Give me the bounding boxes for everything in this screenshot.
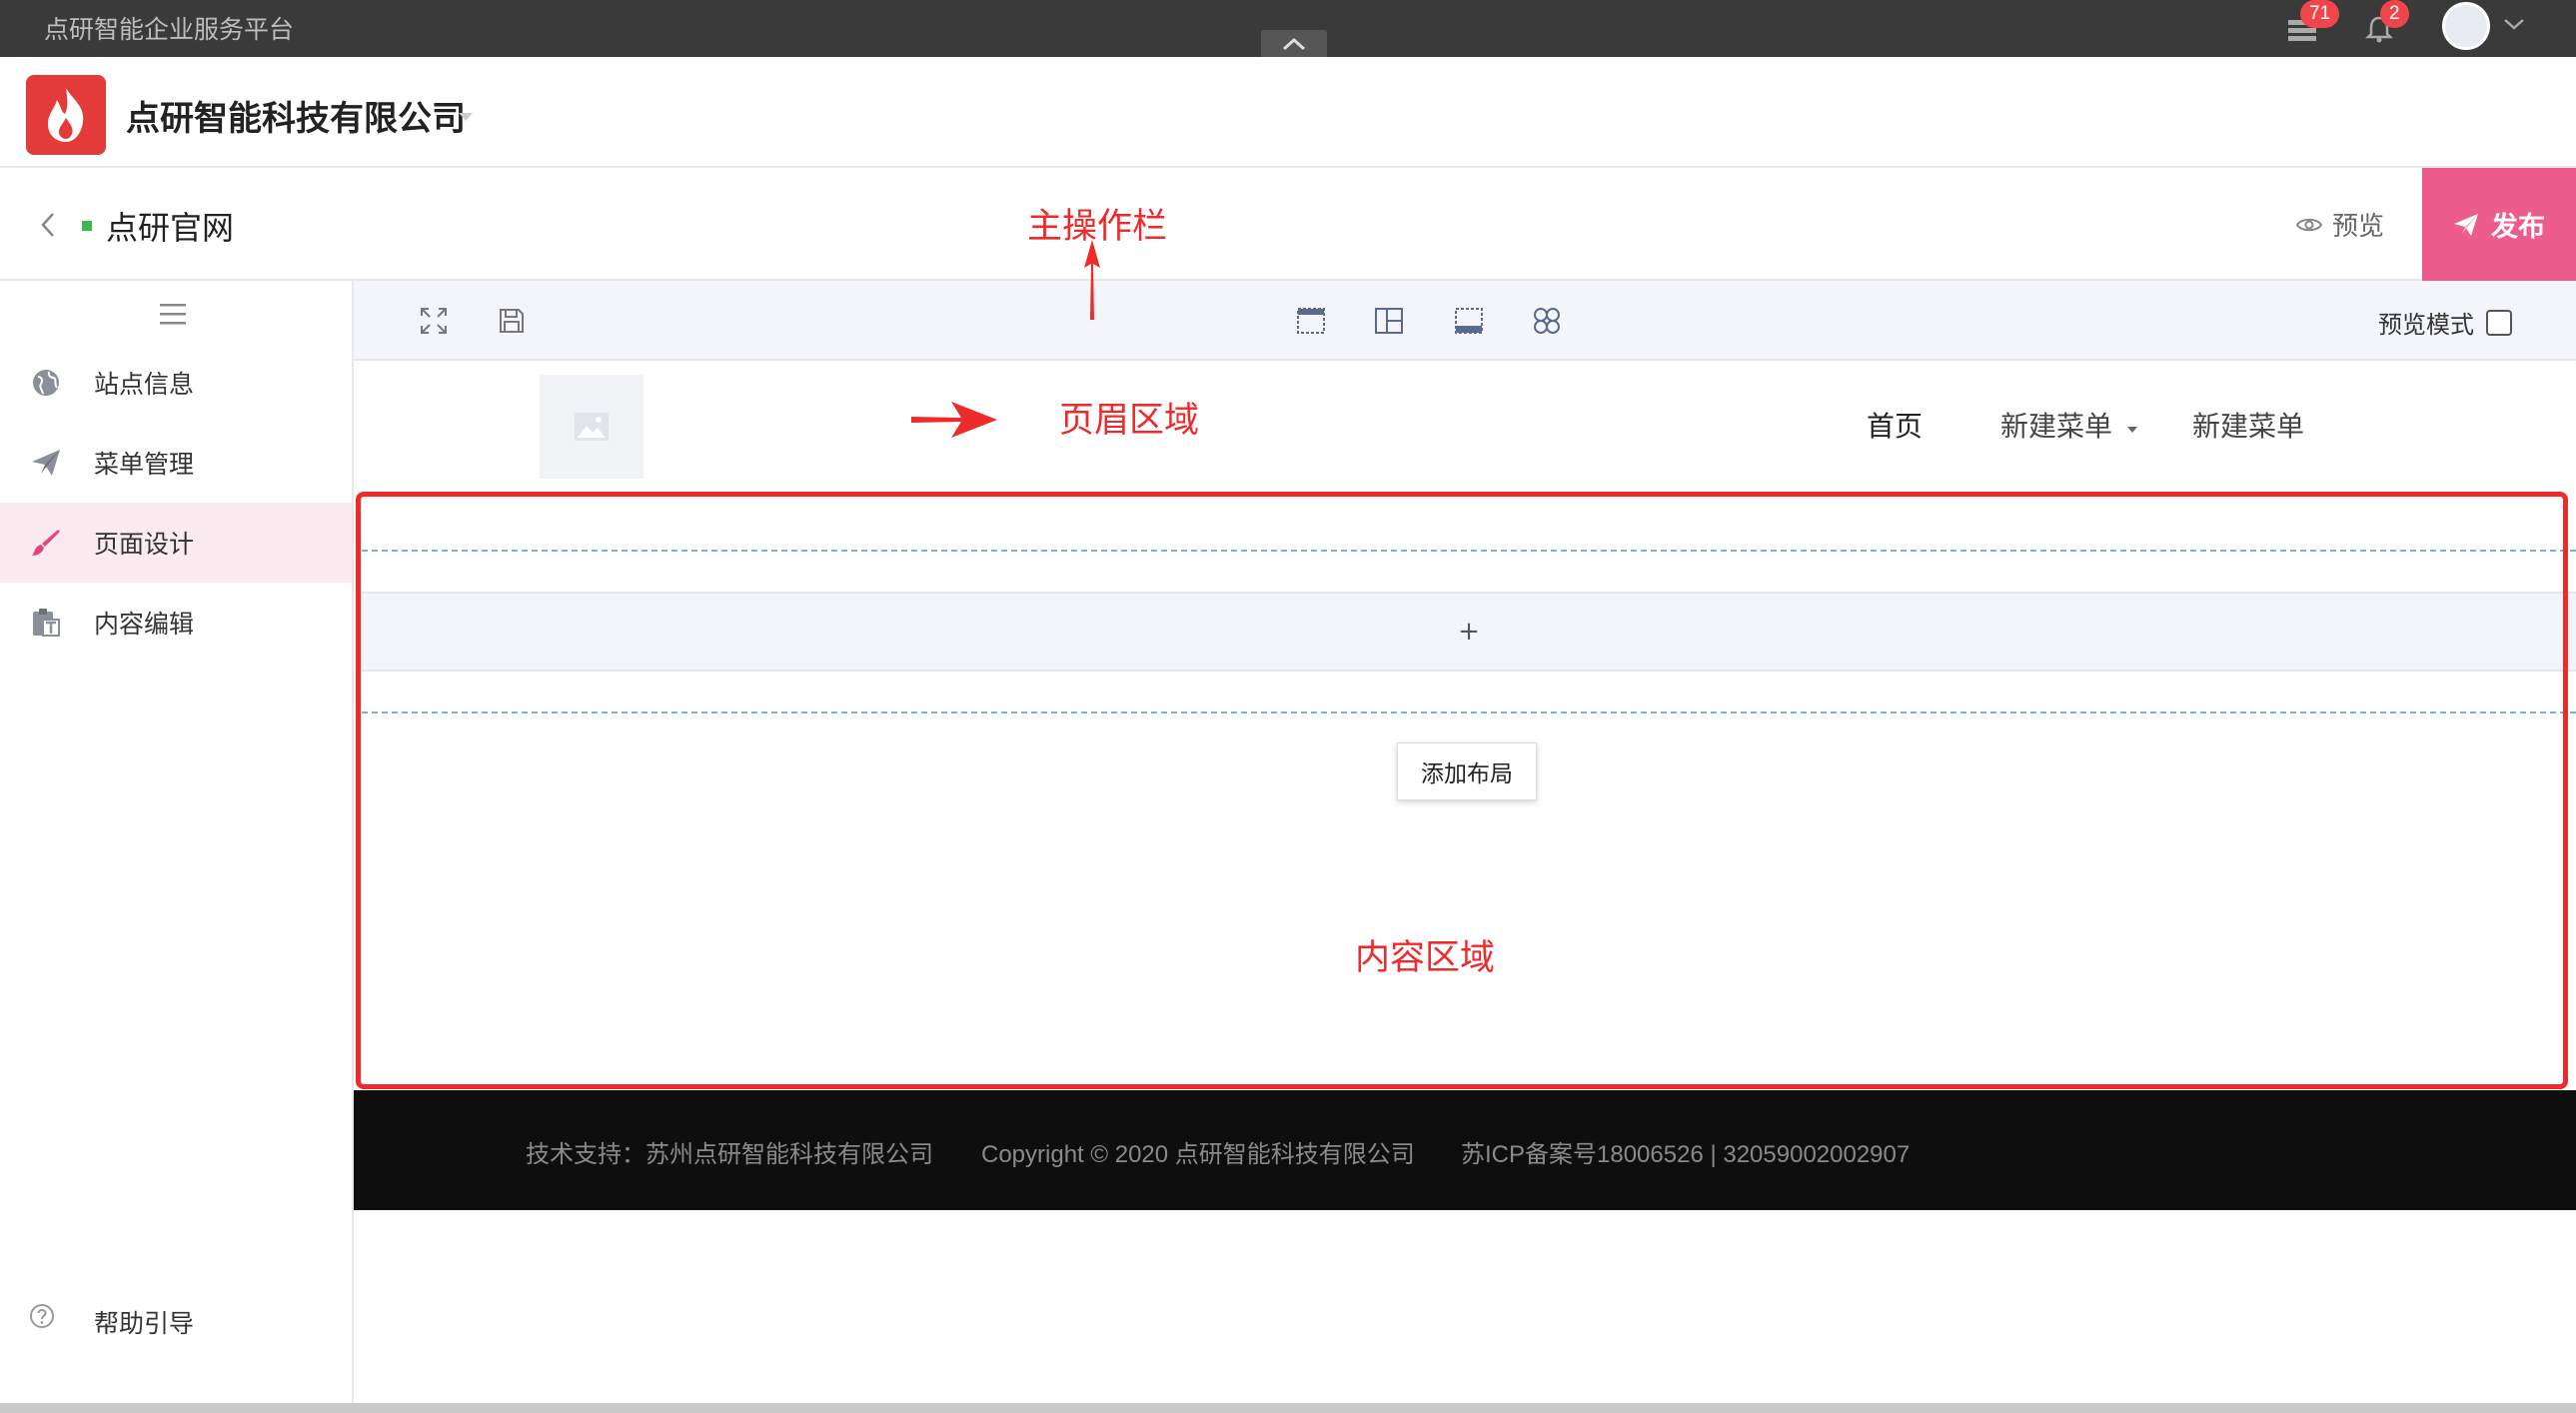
globe-icon (28, 365, 64, 401)
sidebar-item-site-info[interactable]: 站点信息 (0, 343, 352, 423)
app-root: 点研智能企业服务平台 71 2 点研智能科技有限公司 点研官网 预览 发布 站点… (0, 0, 2576, 1413)
paper-plane-icon (28, 445, 64, 481)
publish-button[interactable]: 发布 (2422, 168, 2576, 281)
apps-count-badge: 71 (2300, 0, 2340, 28)
components-icon[interactable] (1527, 301, 1567, 341)
collapse-header-button[interactable] (1261, 30, 1327, 57)
page-header-area: 首页 新建菜单 新建菜单 (354, 361, 2576, 491)
header-logo-placeholder[interactable] (540, 375, 644, 479)
sidebar-item-label: 内容编辑 (94, 610, 195, 639)
header-menu-new-2[interactable]: 新建菜单 (2192, 405, 2304, 445)
company-name[interactable]: 点研智能科技有限公司 (126, 91, 466, 140)
publish-label: 发布 (2491, 212, 2545, 243)
company-logo (26, 75, 106, 155)
footer-copyright-text: Copyright © 2020 点研智能科技有限公司 (981, 1141, 1415, 1168)
annotation-content-area: 内容区域 (1355, 938, 1496, 978)
platform-title: 点研智能企业服务平台 (44, 15, 295, 44)
sidebar: 站点信息 菜单管理 页面设计 内容编辑 帮助引导 (0, 281, 354, 1403)
chevron-down-icon[interactable] (2502, 16, 2526, 36)
column-layout-icon[interactable] (1369, 301, 1409, 341)
bell-count-badge: 2 (2380, 0, 2409, 28)
eye-icon (2296, 218, 2322, 231)
preview-label: 预览 (2332, 212, 2385, 242)
window-bottom-strip (0, 1403, 2576, 1413)
menu-toggle-icon[interactable] (160, 303, 186, 329)
sidebar-item-menu-management[interactable]: 菜单管理 (0, 423, 352, 503)
footer-layout-icon[interactable] (1449, 301, 1489, 341)
sidebar-item-label: 菜单管理 (94, 450, 195, 479)
header-menu-home[interactable]: 首页 (1867, 405, 1923, 445)
annotation-arrow-up (1083, 240, 1101, 324)
help-guide-link[interactable]: 帮助引导 (0, 1280, 352, 1360)
help-guide-label: 帮助引导 (94, 1309, 195, 1338)
content-area-highlight (356, 492, 2568, 1089)
page-footer-area: 技术支持：苏州点研智能科技有限公司 Copyright © 2020 点研智能科… (354, 1090, 2576, 1210)
caret-down-icon[interactable] (2126, 419, 2138, 438)
flame-icon (48, 88, 84, 142)
preview-button[interactable]: 预览 (2296, 206, 2384, 243)
footer-support-text: 技术支持：苏州点研智能科技有限公司 (526, 1141, 933, 1168)
footer-icp-text: 苏ICP备案号18006526 | 32059002002907 (1461, 1141, 1911, 1168)
editor-toolbar: 预览模式 (354, 281, 2576, 361)
chevron-up-icon (1282, 37, 1306, 50)
sidebar-item-label: 页面设计 (94, 530, 195, 559)
sidebar-item-label: 站点信息 (94, 370, 195, 399)
question-circle-icon (28, 1302, 56, 1334)
save-icon[interactable] (492, 301, 532, 341)
back-button[interactable] (38, 210, 58, 244)
fullscreen-icon[interactable] (414, 301, 454, 341)
header-layout-icon[interactable] (1291, 301, 1331, 341)
brush-icon (28, 525, 64, 561)
preview-mode-checkbox[interactable] (2486, 309, 2512, 336)
annotation-arrow-right (911, 400, 997, 444)
annotation-header-area: 页眉区域 (1059, 401, 1200, 441)
company-bar: 点研智能科技有限公司 (0, 57, 2576, 168)
user-avatar[interactable] (2442, 2, 2490, 50)
header-menu-new-1[interactable]: 新建菜单 (2000, 405, 2112, 445)
paper-plane-icon (2454, 213, 2478, 236)
site-name: 点研官网 (106, 209, 235, 247)
site-bar: 点研官网 预览 发布 (0, 168, 2576, 281)
text-clipboard-icon (28, 605, 64, 641)
preview-mode-toggle[interactable]: 预览模式 (2378, 305, 2512, 340)
image-icon (575, 413, 609, 441)
system-bar: 点研智能企业服务平台 71 2 (0, 0, 2576, 57)
preview-mode-label: 预览模式 (2378, 311, 2474, 339)
sidebar-item-page-design[interactable]: 页面设计 (0, 503, 352, 583)
sidebar-item-content-edit[interactable]: 内容编辑 (0, 583, 352, 663)
caret-down-icon[interactable] (458, 107, 474, 126)
chevron-left-icon (41, 213, 54, 237)
site-status-dot (82, 221, 92, 231)
